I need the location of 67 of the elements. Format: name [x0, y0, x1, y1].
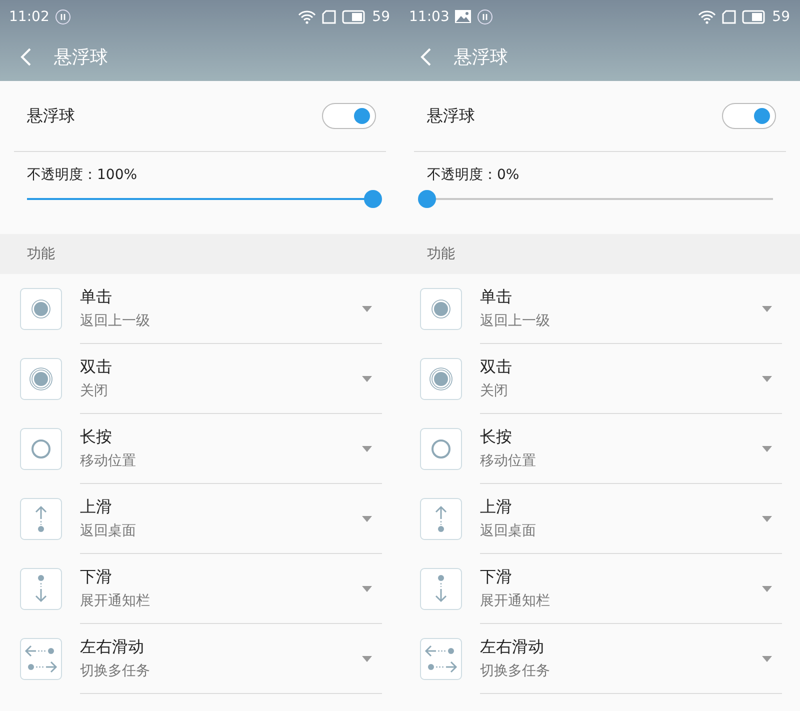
gesture-action[interactable]: 返回上一级: [80, 312, 150, 330]
gesture-action[interactable]: 移动位置: [80, 452, 136, 470]
section-title: 功能: [27, 245, 55, 263]
gesture-name: 左右滑动: [480, 637, 544, 658]
dropdown-icon[interactable]: [362, 586, 372, 592]
gesture-name: 长按: [80, 427, 112, 448]
page-title: 悬浮球: [454, 46, 508, 69]
gesture-name: 下滑: [480, 567, 512, 588]
gesture-name: 上滑: [480, 497, 512, 518]
gesture-name: 下滑: [80, 567, 112, 588]
dropdown-icon[interactable]: [762, 376, 772, 382]
gesture-name: 单击: [480, 287, 512, 308]
dropdown-icon[interactable]: [362, 516, 372, 522]
rings-icon: [20, 358, 62, 400]
gesture-name: 双击: [480, 357, 512, 378]
clock: 11:02: [9, 8, 50, 24]
back-button[interactable]: [420, 47, 432, 67]
wifi-icon: [698, 10, 716, 24]
dropdown-icon[interactable]: [362, 656, 372, 662]
back-button[interactable]: [20, 47, 32, 67]
setting-label: 悬浮球: [27, 106, 75, 126]
gesture-action[interactable]: 返回桌面: [80, 522, 136, 540]
dropdown-icon[interactable]: [762, 306, 772, 312]
dropdown-icon[interactable]: [362, 376, 372, 382]
dropdown-icon[interactable]: [762, 516, 772, 522]
gesture-name: 单击: [80, 287, 112, 308]
toggle-switch[interactable]: [722, 103, 776, 129]
clock: 11:03: [409, 8, 450, 24]
gesture-action[interactable]: 展开通知栏: [80, 592, 150, 610]
opacity-label: 不透明度：0%: [427, 166, 520, 184]
slider-thumb[interactable]: [364, 190, 382, 208]
rings-icon: [420, 358, 462, 400]
page-title: 悬浮球: [54, 46, 108, 69]
sim-icon: [722, 10, 736, 24]
dropdown-icon[interactable]: [362, 306, 372, 312]
gesture-action[interactable]: 关闭: [80, 382, 108, 400]
battery-level: 59: [772, 8, 790, 24]
gesture-action[interactable]: 移动位置: [480, 452, 536, 470]
gesture-action[interactable]: 切换多任务: [80, 662, 150, 680]
dropdown-icon[interactable]: [762, 586, 772, 592]
slider-thumb[interactable]: [418, 190, 436, 208]
opacity-label: 不透明度：100%: [27, 166, 138, 184]
pause-icon: [477, 8, 494, 24]
left-right-arrows-icon: [20, 638, 62, 680]
dropdown-icon[interactable]: [362, 446, 372, 452]
toggle-switch[interactable]: [322, 103, 376, 129]
wifi-icon: [298, 10, 316, 24]
battery-icon: [742, 10, 766, 24]
gesture-action[interactable]: 展开通知栏: [480, 592, 550, 610]
setting-label: 悬浮球: [427, 106, 475, 126]
section-title: 功能: [427, 245, 455, 263]
left-right-arrows-icon: [420, 638, 462, 680]
sim-icon: [322, 10, 336, 24]
gesture-name: 双击: [80, 357, 112, 378]
battery-icon: [342, 10, 366, 24]
gesture-action[interactable]: 切换多任务: [480, 662, 550, 680]
gesture-name: 上滑: [80, 497, 112, 518]
dropdown-icon[interactable]: [762, 446, 772, 452]
pause-icon: [55, 8, 72, 24]
dropdown-icon[interactable]: [762, 656, 772, 662]
picture-icon: [455, 10, 472, 23]
gesture-name: 长按: [480, 427, 512, 448]
gesture-action[interactable]: 返回上一级: [480, 312, 550, 330]
gesture-action[interactable]: 返回桌面: [480, 522, 536, 540]
gesture-name: 左右滑动: [80, 637, 144, 658]
gesture-action[interactable]: 关闭: [480, 382, 508, 400]
battery-level: 59: [372, 8, 390, 24]
